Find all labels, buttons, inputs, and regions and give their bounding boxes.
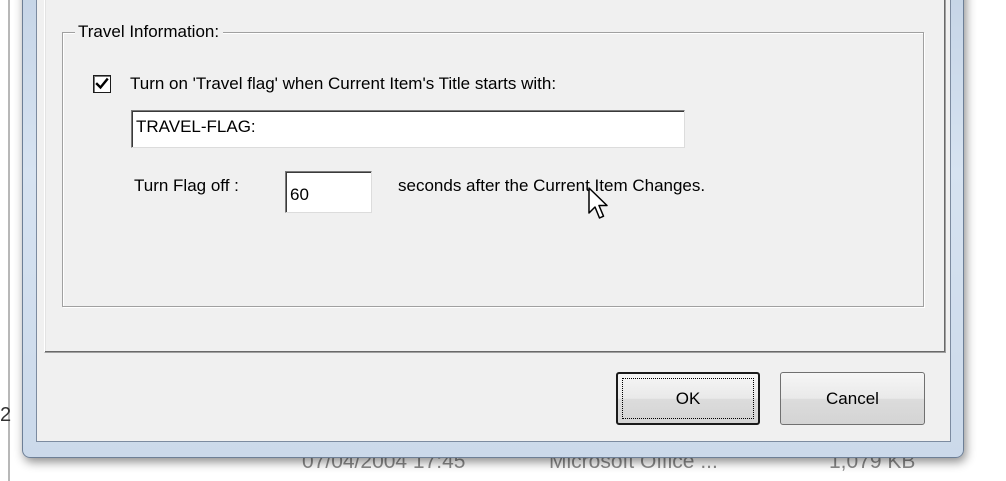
cancel-button[interactable]: Cancel: [780, 372, 925, 425]
seconds-input[interactable]: 60: [285, 171, 372, 213]
seconds-after-label: seconds after the Current Item Changes.: [398, 176, 706, 195]
ok-button[interactable]: OK: [616, 372, 760, 425]
checkmark-icon: [95, 77, 109, 90]
turn-flag-off-label: Turn Flag off :: [134, 176, 239, 195]
background-partial-text: 2: [0, 404, 12, 426]
travel-prefix-input[interactable]: TRAVEL-FLAG:: [131, 110, 685, 148]
travel-flag-checkbox[interactable]: [93, 75, 111, 93]
arrow-pointer-icon: [588, 187, 608, 219]
ok-button-label: OK: [675, 389, 701, 408]
groupbox-title: Travel Information:: [75, 21, 224, 43]
travel-flag-checkbox-label[interactable]: Turn on 'Travel flag' when Current Item'…: [130, 73, 556, 95]
